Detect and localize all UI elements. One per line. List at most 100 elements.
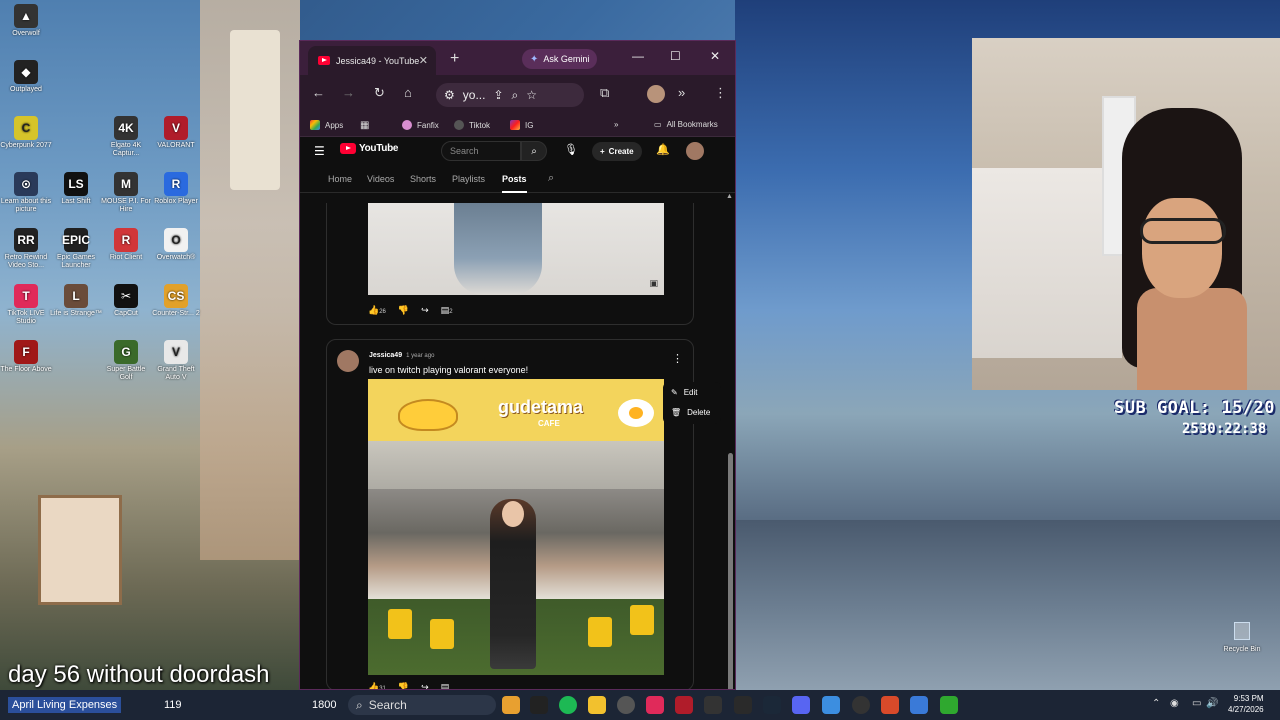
post-author-avatar[interactable] bbox=[337, 350, 359, 372]
dislike-button[interactable]: 👎 bbox=[398, 305, 409, 316]
scroll-up-arrow-icon[interactable]: ▲ bbox=[726, 193, 733, 200]
home-icon[interactable]: ⌂ bbox=[404, 85, 412, 100]
more-extensions-icon[interactable]: » bbox=[678, 85, 685, 100]
bookmark-ig[interactable]: IG bbox=[510, 120, 533, 130]
fanfix-taskbar-icon[interactable] bbox=[881, 696, 899, 714]
address-bar[interactable]: ⚙ yo... ⇪ ⌕ ☆ bbox=[436, 83, 584, 107]
dislike-button[interactable]: 👎 bbox=[398, 682, 409, 689]
zoom-icon[interactable]: ⌕ bbox=[512, 88, 519, 103]
youtube-avatar[interactable] bbox=[686, 142, 704, 160]
browser-menu-icon[interactable]: ⋮ bbox=[714, 85, 727, 101]
desktop-icon[interactable]: C Cyberpunk 2077 bbox=[0, 116, 52, 150]
bookmark-apps[interactable]: Apps bbox=[310, 120, 343, 130]
ask-gemini-button[interactable]: ✦ Ask Gemini bbox=[522, 49, 598, 69]
desktop-icon[interactable]: EPIC Epic Games Launcher bbox=[50, 228, 102, 270]
capture-taskbar-icon[interactable] bbox=[704, 696, 722, 714]
recycle-bin[interactable]: Recycle Bin bbox=[1220, 622, 1264, 653]
hamburger-menu-icon[interactable]: ☰ bbox=[314, 144, 325, 158]
profile-avatar[interactable] bbox=[647, 85, 665, 103]
desktop-icon[interactable]: CS Counter-Str... 2 bbox=[150, 284, 202, 318]
settings-taskbar-icon[interactable] bbox=[910, 696, 928, 714]
discord-taskbar-icon[interactable] bbox=[792, 696, 810, 714]
chrome-taskbar-icon[interactable] bbox=[502, 696, 520, 714]
obs-taskbar-icon[interactable] bbox=[617, 696, 635, 714]
close-window-button[interactable]: ✕ bbox=[710, 49, 720, 63]
comment-button[interactable]: ▤2 bbox=[441, 305, 453, 316]
volume-icon[interactable]: 🔊 bbox=[1206, 698, 1218, 709]
reload-icon[interactable]: ↻ bbox=[374, 85, 385, 101]
page-scrollbar[interactable]: ▲ bbox=[726, 193, 734, 689]
tab-posts[interactable]: Posts bbox=[502, 174, 527, 193]
menu-edit[interactable]: ✎ Edit bbox=[671, 388, 698, 397]
microphone-icon[interactable]: 🎙 bbox=[564, 143, 578, 156]
desktop-icon[interactable]: LS Last Shift bbox=[50, 172, 102, 206]
desktop-icon[interactable]: F The Floor Above bbox=[0, 340, 52, 374]
desktop-icon[interactable]: ✂ CapCut bbox=[100, 284, 152, 318]
tab-videos[interactable]: Videos bbox=[367, 174, 394, 184]
desktop-icon[interactable]: T TikTok LIVE Studio bbox=[0, 284, 52, 326]
browser-tab[interactable]: Jessica49 - YouTube ✕ bbox=[308, 46, 436, 75]
close-tab-icon[interactable]: ✕ bbox=[419, 54, 428, 67]
scroll-thumb[interactable] bbox=[728, 453, 733, 689]
xbox-taskbar-icon[interactable] bbox=[940, 696, 958, 714]
create-button[interactable]: + Create bbox=[592, 142, 642, 161]
app-taskbar-icon[interactable] bbox=[734, 696, 752, 714]
bookmark-star-icon[interactable]: ☆ bbox=[526, 88, 537, 102]
taskbar-search[interactable]: ⌕ Search bbox=[348, 695, 496, 715]
post-image[interactable]: ▣ bbox=[368, 203, 664, 295]
youtube-search-button[interactable]: ⌕ bbox=[521, 141, 547, 161]
elgato-taskbar-icon[interactable] bbox=[852, 696, 870, 714]
minimize-button[interactable]: — bbox=[632, 49, 644, 63]
desktop-icon[interactable]: O Overwatch® bbox=[150, 228, 202, 262]
share-button[interactable]: ↪ bbox=[421, 682, 429, 689]
desktop-icon[interactable]: V Grand Theft Auto V bbox=[150, 340, 202, 382]
display-icon[interactable]: ▭ bbox=[1192, 698, 1201, 709]
channel-search-icon[interactable]: ⌕ bbox=[548, 172, 554, 185]
like-button[interactable]: 👍31 bbox=[368, 682, 386, 689]
notifications-bell-icon[interactable]: 🔔 bbox=[656, 143, 670, 156]
desktop-icon[interactable]: 4K Elgato 4K Captur... bbox=[100, 116, 152, 158]
bookmark-fanfix[interactable]: Fanfix bbox=[402, 120, 439, 130]
valorant-taskbar-icon[interactable] bbox=[675, 696, 693, 714]
more-bookmarks-icon[interactable]: » bbox=[614, 120, 618, 129]
desktop-icon[interactable]: ▲ Overwolf bbox=[0, 4, 52, 38]
site-info-icon[interactable]: ⚙ bbox=[444, 88, 455, 102]
back-icon[interactable]: ← bbox=[312, 85, 325, 100]
comment-button[interactable]: ▤ bbox=[441, 682, 450, 689]
desktop-icon[interactable]: V VALORANT bbox=[150, 116, 202, 150]
desktop-icon[interactable]: R Riot Client bbox=[100, 228, 152, 262]
share-icon[interactable]: ⇪ bbox=[493, 88, 503, 102]
file-explorer-taskbar-icon[interactable] bbox=[588, 696, 606, 714]
desktop-icon[interactable]: G Super Battle Golf bbox=[100, 340, 152, 382]
like-button[interactable]: 👍26 bbox=[368, 305, 386, 316]
youtube-search-input[interactable]: Search bbox=[441, 141, 521, 161]
tab-shorts[interactable]: Shorts bbox=[410, 174, 436, 184]
maximize-button[interactable]: ☐ bbox=[670, 49, 681, 63]
post-image[interactable]: gudetama CAFE bbox=[368, 379, 664, 675]
youtube-logo[interactable]: YouTube bbox=[340, 143, 399, 154]
extensions-icon[interactable]: ⧉ bbox=[600, 85, 609, 101]
tiktok-taskbar-icon[interactable] bbox=[646, 696, 664, 714]
desktop-icon[interactable]: M MOUSE P.I. For Hire bbox=[100, 172, 152, 214]
desktop-icon[interactable]: R Roblox Player bbox=[150, 172, 202, 206]
all-bookmarks[interactable]: ▭ All Bookmarks bbox=[654, 120, 718, 129]
desktop-icon[interactable]: L Life is Strange™ bbox=[50, 284, 102, 318]
post-author-name[interactable]: Jessica49 bbox=[369, 352, 402, 359]
tray-expand-icon[interactable]: ⌃ bbox=[1152, 698, 1160, 709]
desktop-icon[interactable]: ◆ Outplayed bbox=[0, 60, 52, 94]
system-clock[interactable]: 9:53 PM 4/27/2026 bbox=[1228, 693, 1264, 715]
bookmark-tiktok[interactable]: Tiktok bbox=[454, 120, 490, 130]
post-more-options-icon[interactable]: ⋮ bbox=[672, 352, 683, 365]
steam-taskbar-icon[interactable] bbox=[763, 696, 781, 714]
expenses-widget[interactable]: April Living Expenses 119 1800 bbox=[4, 694, 338, 716]
desktop-icon[interactable]: ⊙ Learn about this picture bbox=[0, 172, 52, 214]
terminal-taskbar-icon[interactable] bbox=[530, 696, 548, 714]
spotify-taskbar-icon[interactable] bbox=[559, 696, 577, 714]
tab-home[interactable]: Home bbox=[328, 174, 352, 184]
share-button[interactable]: ↪ bbox=[421, 305, 429, 316]
grid-icon[interactable]: ▦ bbox=[360, 120, 369, 131]
photos-taskbar-icon[interactable] bbox=[822, 696, 840, 714]
tray-app-icon[interactable]: ◉ bbox=[1170, 698, 1179, 709]
forward-icon[interactable]: → bbox=[342, 85, 355, 100]
desktop-icon[interactable]: RR Retro Rewind Video Sto... bbox=[0, 228, 52, 270]
